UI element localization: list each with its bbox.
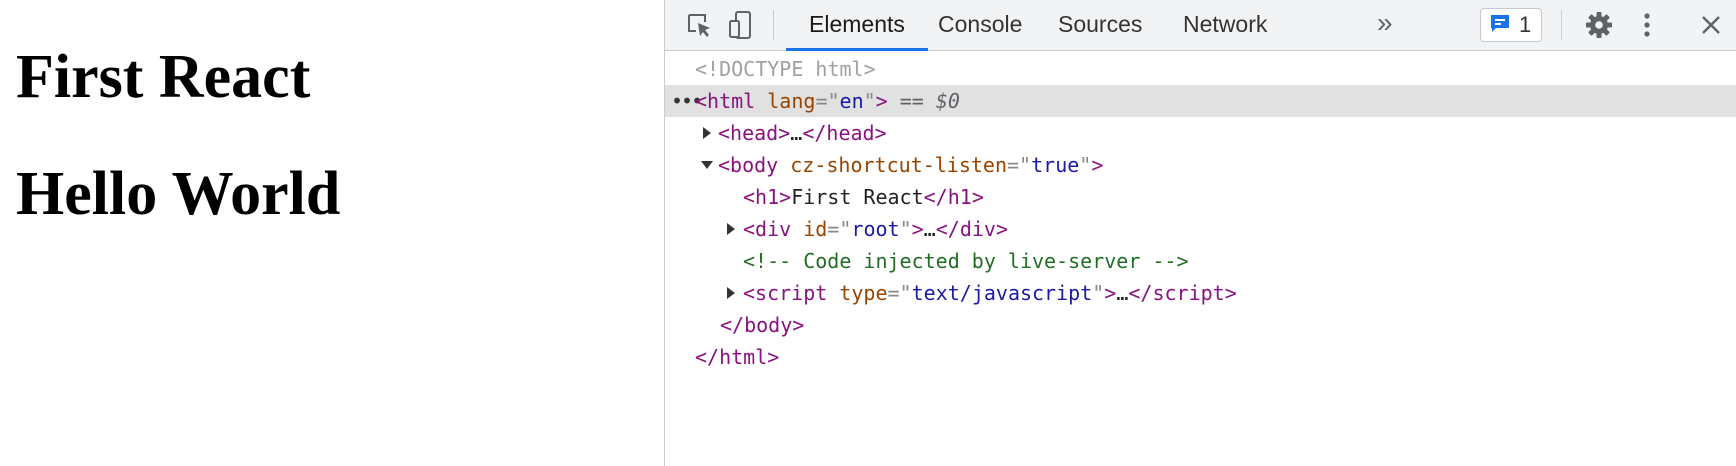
tab-elements[interactable]: Elements: [786, 0, 928, 51]
collapse-triangle-icon[interactable]: [699, 149, 715, 181]
html-tag-name: <html: [695, 89, 756, 113]
h1-text: First React: [791, 185, 924, 209]
comment-text: <!-- Code injected by live-server -->: [743, 249, 1189, 273]
dom-node-html-close[interactable]: </html>: [665, 341, 1736, 373]
html-open-tag: <html lang="en"> == $0: [695, 89, 960, 113]
dom-node-div-root[interactable]: <div id="root">…</div>: [665, 213, 1736, 245]
expand-triangle-icon[interactable]: [699, 117, 715, 149]
body-attr-value: true: [1031, 153, 1080, 177]
body-close-tag: </body>: [720, 313, 805, 337]
gear-icon[interactable]: [1583, 9, 1615, 41]
expand-triangle-icon[interactable]: [723, 277, 739, 309]
body-attr-name: cz-shortcut-listen: [790, 153, 1008, 177]
devtools-toolbar: Elements Console Sources Network » 1: [665, 0, 1736, 51]
div-element: <div id="root">…</div>: [743, 217, 1008, 241]
doctype-text: <!DOCTYPE html>: [695, 57, 876, 81]
html-attr-name: lang: [767, 89, 816, 113]
dom-node-body-close[interactable]: </body>: [665, 309, 1736, 341]
expand-triangle-icon[interactable]: [723, 213, 739, 245]
dom-node-doctype[interactable]: <!DOCTYPE html>: [665, 53, 1736, 85]
dom-node-h1[interactable]: <h1>First React</h1>: [665, 181, 1736, 213]
page-heading-first-react: First React: [16, 43, 311, 111]
tab-console[interactable]: Console: [915, 0, 1045, 51]
issues-icon: [1489, 12, 1511, 39]
devtools-panel: Elements Console Sources Network » 1 <!D…: [664, 0, 1736, 466]
head-tag: <head>…</head>: [718, 121, 887, 145]
page-heading-hello-world: Hello World: [16, 160, 341, 228]
html-attr-value: en: [839, 89, 864, 113]
close-icon[interactable]: [1695, 9, 1727, 41]
body-open-tag: <body cz-shortcut-listen="true">: [718, 153, 1104, 177]
dom-node-comment[interactable]: <!-- Code injected by live-server -->: [665, 245, 1736, 277]
dom-node-script[interactable]: <script type="text/javascript">…</script…: [665, 277, 1736, 309]
script-element: <script type="text/javascript">…</script…: [743, 281, 1237, 305]
kebab-menu-icon[interactable]: [1631, 9, 1663, 41]
issues-count: 1: [1519, 12, 1532, 37]
page-viewport: First React Hello World: [0, 0, 664, 466]
inspect-element-icon[interactable]: [683, 9, 715, 41]
dom-node-head[interactable]: <head>…</head>: [665, 117, 1736, 149]
dom-node-body[interactable]: <body cz-shortcut-listen="true">: [665, 149, 1736, 181]
h1-element: <h1>First React</h1>: [743, 185, 984, 209]
tab-network[interactable]: Network: [1160, 0, 1290, 51]
dom-node-html[interactable]: ••• <html lang="en"> == $0: [665, 85, 1736, 117]
device-toolbar-icon[interactable]: [725, 9, 757, 41]
selected-marker: == $0: [899, 89, 960, 113]
tab-sources[interactable]: Sources: [1035, 0, 1165, 51]
issues-button[interactable]: 1: [1480, 8, 1543, 42]
html-close-tag: </html>: [695, 345, 780, 369]
toolbar-separator: [773, 10, 774, 40]
more-tabs-chevron-icon[interactable]: »: [1377, 0, 1393, 51]
toolbar-separator: [1561, 10, 1562, 40]
